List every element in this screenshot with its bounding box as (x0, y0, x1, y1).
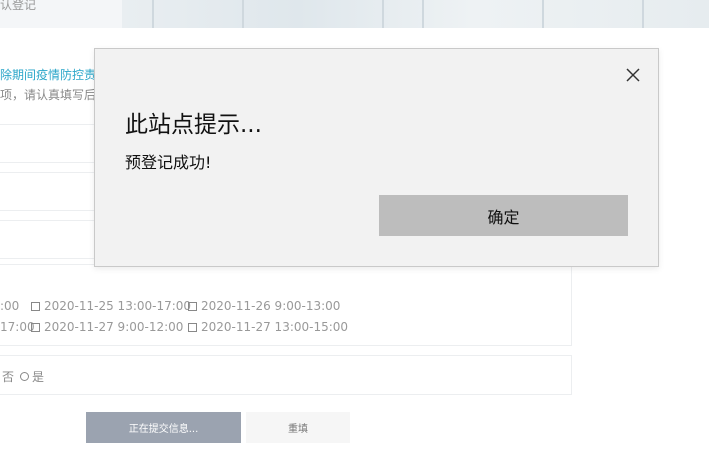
checkbox-icon[interactable] (31, 301, 40, 311)
time-slot-group: :00 2020-11-25 13:00-17:00 2020-11-26 9:… (0, 264, 572, 346)
checkbox-icon[interactable] (188, 322, 197, 332)
notice-link[interactable]: 除期间疫情防控责 (0, 66, 96, 83)
form-field-divider (0, 210, 100, 211)
checkbox-icon[interactable] (188, 301, 197, 311)
reset-button[interactable]: 重填 (246, 412, 350, 443)
time-slot-option[interactable]: 2020-11-25 13:00-17:00 (31, 299, 191, 313)
time-slot-label: 2020-11-26 9:00-13:00 (201, 299, 341, 313)
radio-yes-label[interactable]: 是 (32, 368, 44, 385)
submit-button[interactable]: 正在提交信息... (86, 412, 241, 443)
form-field-divider (0, 172, 100, 173)
time-slot-label: 2020-11-27 13:00-15:00 (201, 320, 349, 334)
time-slot-option[interactable]: 2020-11-27 9:00-12:00 (31, 320, 183, 334)
form-field-divider (0, 162, 100, 163)
time-slot-label: 2020-11-27 9:00-12:00 (44, 320, 184, 334)
form-field-divider (0, 220, 100, 221)
banner-image (122, 0, 709, 28)
time-slot-label: 2020-11-25 13:00-17:00 (44, 299, 192, 313)
time-slot-option[interactable]: 2020-11-27 13:00-15:00 (188, 320, 348, 334)
dialog-title: 此站点提示... (125, 112, 262, 138)
dialog-message: 预登记成功! (125, 153, 212, 172)
radio-circle-icon[interactable] (20, 372, 30, 381)
time-slot-label: 17:00 (0, 320, 35, 334)
form-field-divider (0, 258, 100, 259)
header-banner: 认登记 (0, 0, 709, 28)
radio-no-label[interactable]: 否 (2, 368, 14, 385)
time-slot-option[interactable]: 2020-11-26 9:00-13:00 (188, 299, 340, 313)
form-field-divider (0, 124, 100, 125)
time-slot-label: :00 (0, 299, 20, 313)
ok-button[interactable]: 确定 (379, 195, 628, 236)
time-slot-option[interactable]: 17:00 (0, 320, 35, 334)
alert-dialog: 此站点提示... 预登记成功! 确定 (94, 48, 659, 267)
page-title: 认登记 (0, 0, 37, 12)
yes-no-group: 否 是 (0, 355, 572, 395)
close-icon[interactable] (624, 66, 642, 84)
time-slot-option[interactable]: :00 (0, 299, 19, 313)
checkbox-icon[interactable] (31, 322, 40, 332)
notice-subtext: 项，请认真填写后 (0, 88, 97, 102)
